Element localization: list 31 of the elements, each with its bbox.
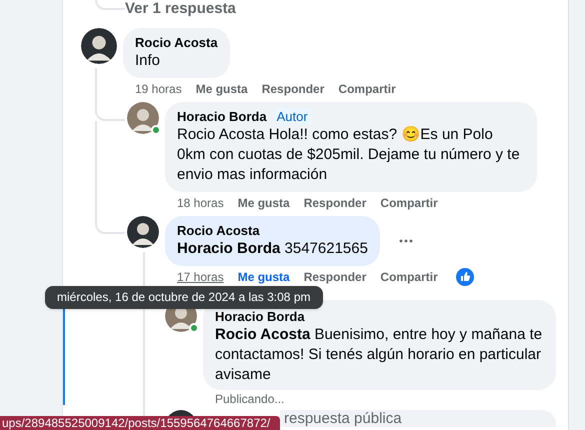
- reply-link[interactable]: Responder: [304, 269, 366, 285]
- comment-text: Rocio Acosta Hola!! como estas? 😊Es un Polo 0km con cuotas de $205mil. Dejame tu número y te envio mas información: [177, 125, 521, 185]
- author-badge: Autor: [272, 108, 312, 125]
- timestamp-link[interactable]: 18 horas: [177, 195, 224, 211]
- share-link[interactable]: Compartir: [380, 195, 438, 211]
- view-replies-link[interactable]: Ver 1 respuesta: [125, 0, 236, 17]
- reply-link[interactable]: Responder: [304, 195, 366, 211]
- like-link[interactable]: Me gusta: [238, 195, 290, 211]
- author-name[interactable]: Horacio Borda: [177, 108, 267, 125]
- thread-line: [95, 0, 125, 10]
- timestamp-link[interactable]: 17 horas: [177, 269, 224, 285]
- avatar[interactable]: [81, 28, 117, 64]
- share-link[interactable]: Compartir: [380, 269, 438, 285]
- share-link[interactable]: Compartir: [338, 81, 396, 97]
- url-status-tooltip: ups/289485525009142/posts/1559564764667872/: [0, 416, 280, 430]
- date-tooltip: miércoles, 16 de octubre de 2024 a las 3:08 pm: [45, 286, 322, 309]
- avatar[interactable]: [127, 216, 159, 248]
- reply-input-field[interactable]: respuesta pública: [280, 410, 556, 427]
- posting-status: Publicando...: [215, 392, 284, 407]
- more-icon: [398, 239, 413, 243]
- comment-text: Horacio Borda 3547621565: [177, 239, 368, 259]
- comment-text: Rocio Acosta Buenisimo, entre hoy y mañana te contactamos! Si tenés algún horario en particular avisame: [215, 325, 544, 385]
- reply-link[interactable]: Responder: [262, 81, 324, 97]
- like-link[interactable]: Me gusta: [196, 81, 248, 97]
- author-name[interactable]: Horacio Borda: [215, 308, 305, 325]
- comment-text: Info: [135, 51, 162, 71]
- like-link[interactable]: Me gusta: [238, 269, 290, 285]
- timestamp-link[interactable]: 19 horas: [135, 81, 182, 97]
- author-name[interactable]: Rocio Acosta: [135, 34, 218, 51]
- author-name[interactable]: Rocio Acosta: [177, 222, 260, 239]
- like-reaction-icon[interactable]: [456, 268, 474, 286]
